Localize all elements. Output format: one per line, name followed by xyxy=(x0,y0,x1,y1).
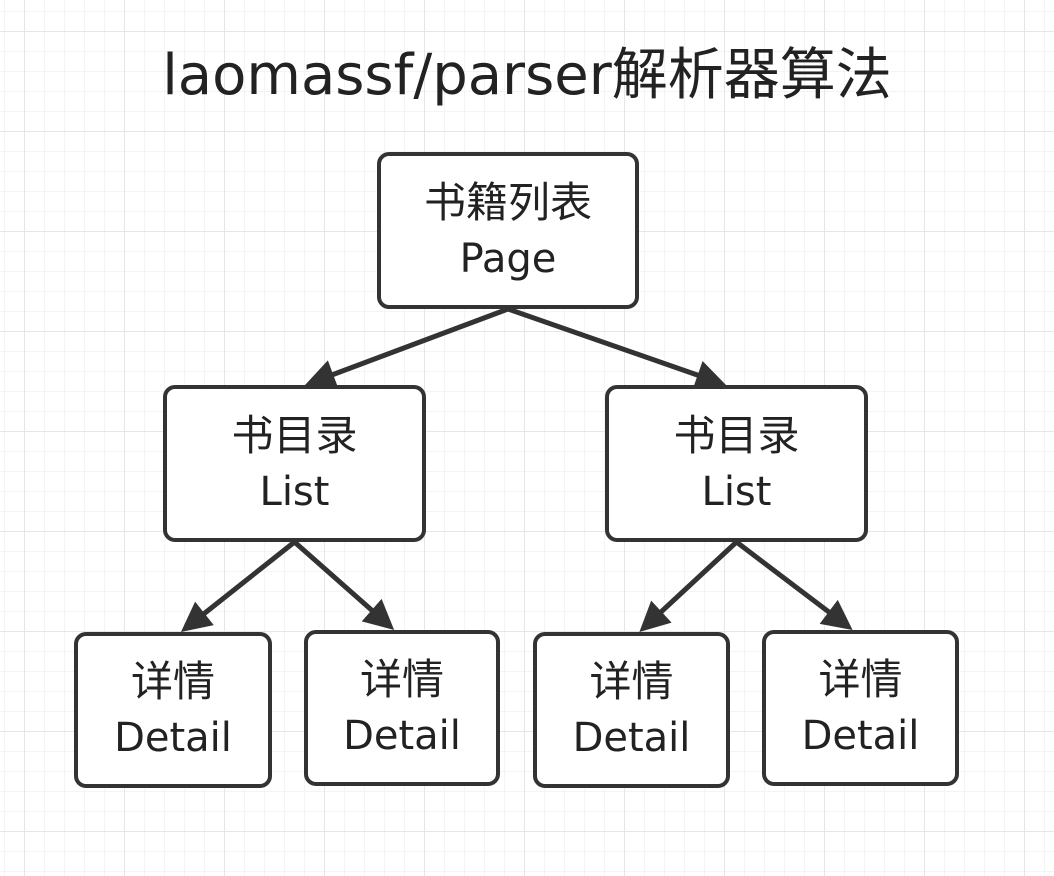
node-list-right: 书目录 List xyxy=(605,385,868,542)
node-detail-2-label: 详情 xyxy=(359,655,444,704)
diagram-canvas: laomassf/parser解析器算法 书籍列表 Page 书目录 List … xyxy=(0,0,1054,876)
edge-line-page-to-list_right xyxy=(505,306,701,378)
node-list-left-type: List xyxy=(259,468,330,515)
node-detail-3-type: Detail xyxy=(572,715,691,761)
node-detail-3-label: 详情 xyxy=(589,657,674,706)
node-detail-1: 详情 Detail xyxy=(74,632,272,788)
node-detail-2: 详情 Detail xyxy=(304,630,500,786)
edge-line-list_left-to-detail_2 xyxy=(292,539,375,613)
node-page-label: 书籍列表 xyxy=(423,177,592,227)
node-page: 书籍列表 Page xyxy=(377,152,639,309)
node-detail-1-type: Detail xyxy=(114,715,232,761)
node-detail-2-type: Detail xyxy=(343,713,461,759)
edge-line-page-to-list_left xyxy=(330,306,511,377)
node-detail-1-label: 详情 xyxy=(130,657,215,706)
node-detail-3: 详情 Detail xyxy=(533,632,730,788)
node-list-left: 书目录 List xyxy=(163,385,426,542)
edge-line-list_right-to-detail_4 xyxy=(734,539,832,615)
node-page-type: Page xyxy=(459,235,557,282)
node-detail-4-type: Detail xyxy=(801,713,920,759)
node-list-left-label: 书目录 xyxy=(231,410,358,460)
edge-line-list_right-to-detail_3 xyxy=(658,539,739,615)
node-list-right-label: 书目录 xyxy=(673,410,800,460)
edge-line-list_left-to-detail_1 xyxy=(201,539,297,616)
node-list-right-type: List xyxy=(701,468,772,515)
arrowhead-list_right-to-detail_4 xyxy=(819,599,853,630)
node-detail-4: 详情 Detail xyxy=(762,630,959,786)
node-detail-4-label: 详情 xyxy=(818,655,903,704)
arrowhead-list_left-to-detail_1 xyxy=(180,601,214,632)
